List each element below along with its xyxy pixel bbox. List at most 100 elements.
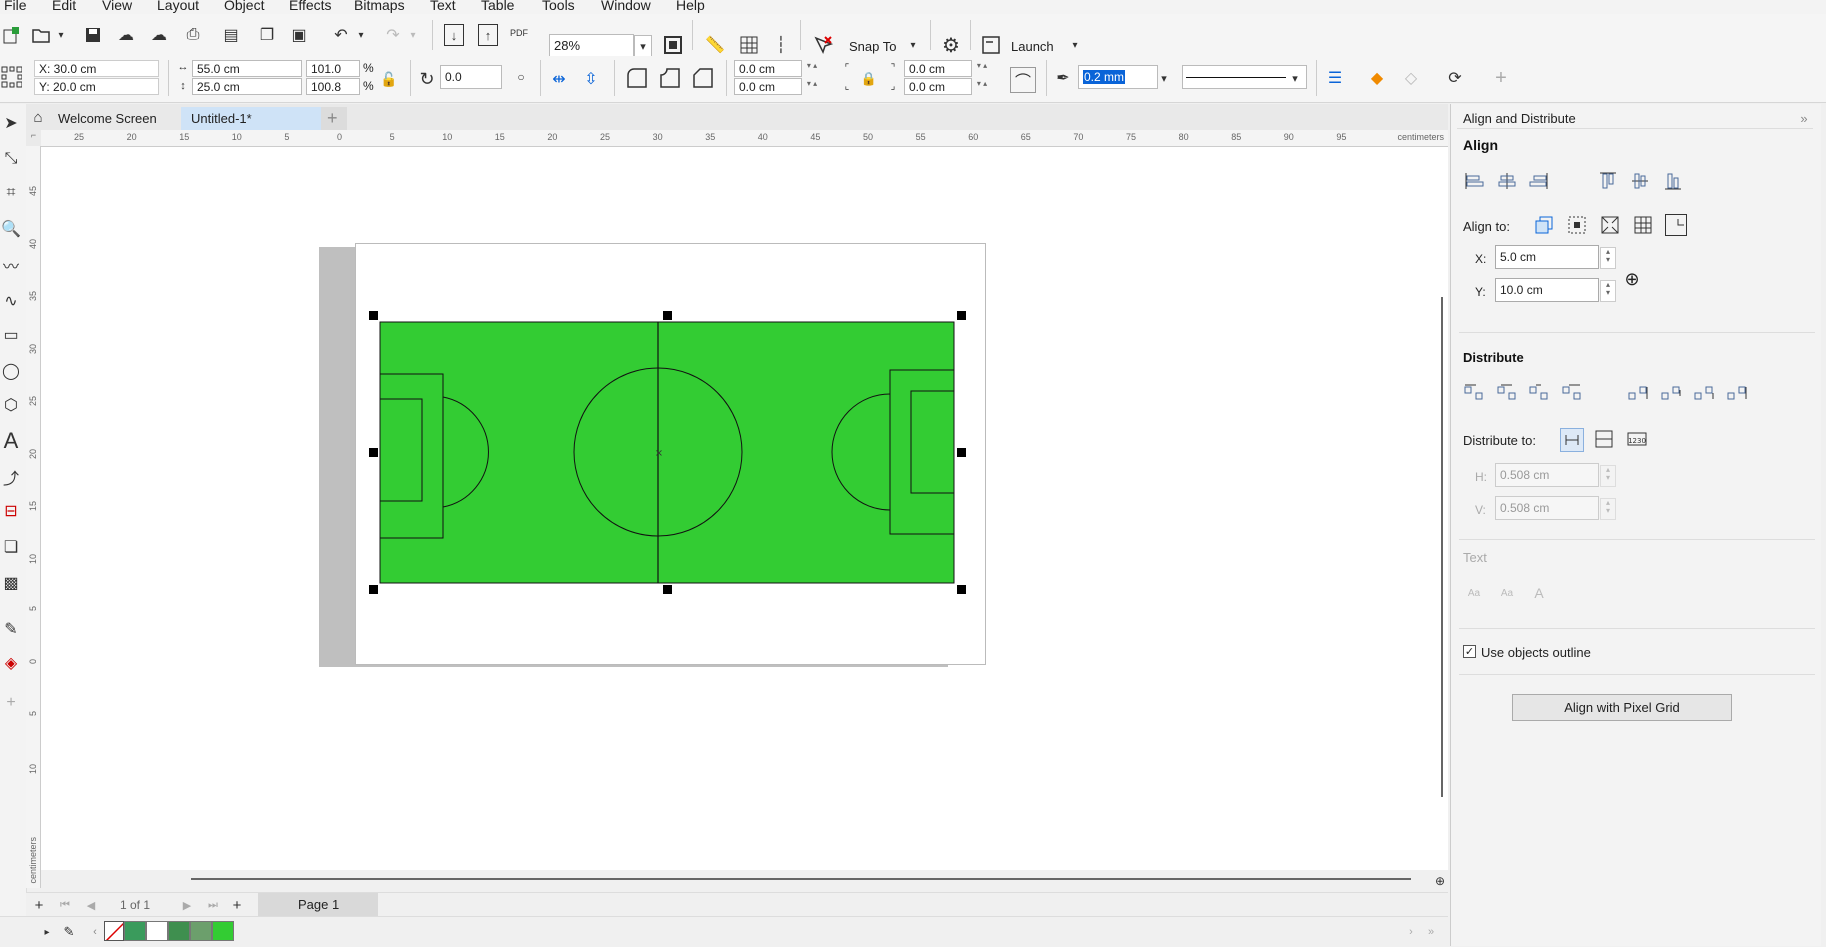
color-swatch[interactable]	[146, 921, 168, 941]
corner-lock-icon[interactable]: 🔒	[858, 68, 880, 90]
distribute-h-spin-icon[interactable]: ▴ ▾	[1600, 465, 1616, 487]
launch-dropdown-icon[interactable]: ▾	[1068, 34, 1082, 56]
palette-scroll-right-icon[interactable]: ›	[1400, 921, 1422, 943]
export-icon[interactable]: ↑	[478, 24, 498, 46]
freehand-tool-icon[interactable]: 〰	[0, 254, 22, 276]
align-to-page-center-icon[interactable]	[1599, 214, 1621, 236]
distribute-left-icon[interactable]	[1463, 382, 1485, 404]
align-y-field[interactable]: 10.0 cm	[1495, 278, 1599, 302]
handle-top-right[interactable]	[957, 311, 966, 320]
home-icon[interactable]: ⌂	[26, 106, 50, 128]
distribute-top-icon[interactable]	[1627, 382, 1649, 404]
horizontal-scroll-thumb[interactable]	[191, 878, 1411, 880]
zoom-tool-icon[interactable]: 🔍	[0, 218, 22, 240]
align-to-page-edge-icon[interactable]	[1566, 214, 1588, 236]
transparency-tool-icon[interactable]: ▩	[0, 572, 22, 594]
align-x-spin-icon[interactable]: ▴ ▾	[1600, 247, 1616, 269]
ellipse-tool-icon[interactable]: ◯	[0, 360, 22, 382]
snap-to-dropdown-icon[interactable]: ▾	[906, 34, 920, 56]
shape-tool-icon[interactable]: ⤡	[0, 148, 22, 170]
distribute-center-horizontal-icon[interactable]	[1496, 382, 1518, 404]
align-pixel-grid-button[interactable]: Align with Pixel Grid	[1512, 694, 1732, 721]
launch-label[interactable]: Launch	[1011, 39, 1054, 54]
zoom-level-field[interactable]: 28%	[549, 34, 634, 58]
distribute-to-page-extent-icon[interactable]	[1593, 428, 1615, 450]
text-align-last-baseline-icon[interactable]: Aa	[1496, 582, 1518, 604]
vertical-scroll-thumb[interactable]	[1441, 297, 1443, 797]
corner3-spin-icon[interactable]: ▾ ▴	[976, 62, 988, 70]
mirror-vertical-icon[interactable]: ⇳	[580, 68, 602, 90]
snap-off-icon[interactable]	[812, 34, 834, 56]
menu-window[interactable]: Window	[601, 0, 651, 13]
menu-file[interactable]: File	[4, 0, 27, 13]
docker-collapse-icon[interactable]: »	[1793, 107, 1815, 129]
corner-radius-top-right-field[interactable]: 0.0 cm	[904, 60, 972, 77]
last-page-icon[interactable]: ⏭	[202, 894, 224, 916]
scale-height-field[interactable]: 100.8	[306, 78, 360, 95]
color-swatch[interactable]	[212, 921, 234, 941]
to-front-icon[interactable]: ◆	[1366, 67, 1388, 89]
no-color-swatch[interactable]	[104, 921, 124, 941]
round-corner-icon[interactable]	[626, 67, 648, 89]
palette-expand-icon[interactable]: »	[1420, 921, 1442, 943]
align-center-vertical-icon[interactable]	[1629, 170, 1651, 192]
text-align-first-baseline-icon[interactable]: Aa	[1463, 582, 1485, 604]
redo-dropdown-icon[interactable]: ▾	[406, 24, 420, 46]
connector-tool-icon[interactable]: ⤴	[0, 466, 22, 488]
align-y-spin-icon[interactable]: ▴ ▾	[1600, 280, 1616, 302]
color-swatch[interactable]	[168, 921, 190, 941]
tab-untitled-1[interactable]: Untitled-1*	[181, 107, 321, 130]
rotation-field[interactable]: 0.0	[440, 65, 502, 89]
color-swatch[interactable]	[190, 921, 212, 941]
distribute-center-vertical-icon[interactable]	[1660, 382, 1682, 404]
corner-radius-top-left-field[interactable]: 0.0 cm	[734, 60, 802, 77]
palette-scroll-left-icon[interactable]: ‹	[84, 921, 106, 943]
corner4-spin-icon[interactable]: ▾ ▴	[976, 80, 988, 88]
handle-middle-left[interactable]	[369, 448, 378, 457]
scale-width-field[interactable]: 101.0	[306, 60, 360, 77]
distribute-to-spacing-icon[interactable]: 1230	[1626, 428, 1648, 450]
line-style-dropdown-icon[interactable]: ▾	[1286, 66, 1304, 90]
first-page-icon[interactable]: ⏮	[54, 894, 76, 916]
position-y-field[interactable]: Y: 20.0 cm	[34, 78, 159, 95]
tab-welcome-screen[interactable]: Welcome Screen	[48, 107, 203, 130]
text-wrap-icon[interactable]: ☰	[1324, 67, 1346, 89]
align-to-grid-icon[interactable]	[1632, 214, 1654, 236]
distribute-v-spin-icon[interactable]: ▴ ▾	[1600, 498, 1616, 520]
menu-tools[interactable]: Tools	[542, 0, 575, 13]
height-field[interactable]: 25.0 cm	[192, 78, 302, 95]
align-to-specified-point-icon[interactable]	[1665, 214, 1687, 236]
grid-icon[interactable]	[738, 34, 760, 56]
vertical-scrollbar[interactable]	[1440, 147, 1448, 870]
chamfer-corner-icon[interactable]	[692, 67, 714, 89]
object-origin-icon[interactable]	[0, 66, 22, 88]
text-tool-icon[interactable]: A	[0, 428, 22, 453]
align-right-icon[interactable]	[1528, 170, 1550, 192]
align-top-icon[interactable]	[1597, 170, 1619, 192]
distribute-v-field[interactable]: 0.508 cm	[1495, 496, 1599, 520]
convert-to-curves-icon[interactable]: ⟳	[1444, 67, 1466, 89]
handle-bottom-left[interactable]	[369, 585, 378, 594]
add-tool-icon[interactable]: +	[0, 692, 22, 714]
distribute-h-field[interactable]: 0.508 cm	[1495, 463, 1599, 487]
relative-corner-scaling-icon[interactable]: ⌒	[1010, 67, 1036, 93]
lock-ratio-icon[interactable]: 🔓	[378, 68, 400, 90]
ruler-corner[interactable]: ⌐	[26, 130, 41, 146]
menu-bitmaps[interactable]: Bitmaps	[354, 0, 405, 13]
use-outline-checkbox[interactable]: ✓	[1463, 645, 1476, 658]
cloud-export-icon[interactable]: ☁	[148, 24, 170, 46]
menu-object[interactable]: Object	[224, 0, 264, 13]
polygon-tool-icon[interactable]: ⬡	[0, 394, 22, 416]
handle-top-left[interactable]	[369, 311, 378, 320]
position-x-field[interactable]: X: 30.0 cm	[34, 60, 159, 77]
interactive-fill-tool-icon[interactable]: ◈	[0, 652, 22, 674]
corner-radius-bottom-right-field[interactable]: 0.0 cm	[904, 78, 972, 95]
copy-icon[interactable]: ❐	[256, 24, 278, 46]
distribute-right-icon[interactable]	[1561, 382, 1583, 404]
zoom-dropdown-icon[interactable]: ▾	[634, 35, 652, 57]
soccer-pitch-drawing[interactable]: ×	[379, 321, 955, 585]
pitch-field[interactable]	[379, 321, 955, 584]
import-icon[interactable]: ↓	[444, 24, 464, 46]
add-toolbar-item-icon[interactable]: +	[1490, 67, 1512, 89]
outline-pen-icon[interactable]: ✒	[1052, 67, 1074, 89]
